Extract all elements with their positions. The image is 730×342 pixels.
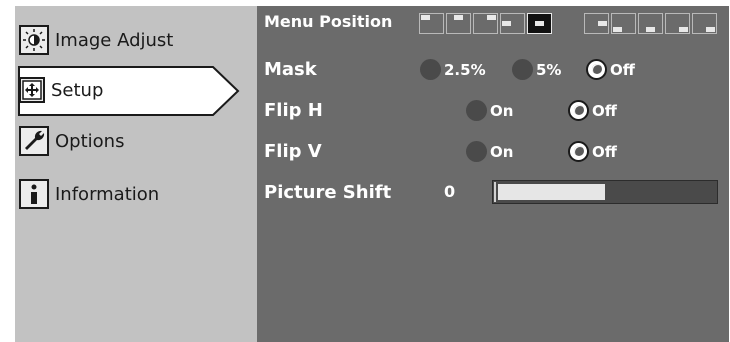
flip-h-option-on[interactable]: On [466, 100, 513, 121]
mask-option-2-5[interactable]: 2.5% [420, 59, 486, 80]
sidebar-item-options[interactable]: Options [19, 123, 124, 159]
radio-icon [466, 141, 487, 162]
wrench-icon [19, 126, 49, 156]
menu-position-bottom-right[interactable] [665, 13, 690, 34]
sidebar-item-label: Image Adjust [55, 29, 174, 51]
sidebar-item-information[interactable]: Information [19, 176, 159, 212]
sidebar-item-label: Setup [51, 79, 104, 101]
menu-position-label: Menu Position [264, 12, 393, 31]
mask-label: Mask [264, 59, 317, 80]
menu-position-center-right[interactable] [584, 13, 609, 34]
sidebar-item-setup[interactable]: Setup [19, 72, 103, 108]
picture-shift-slider[interactable] [492, 180, 718, 204]
move-arrows-icon [19, 77, 45, 103]
sidebar-item-label: Options [55, 130, 125, 152]
menu-position-bottom-center[interactable] [638, 13, 663, 34]
mask-option-5[interactable]: 5% [512, 59, 561, 80]
radio-icon [466, 100, 487, 121]
menu-position-top-left[interactable] [419, 13, 444, 34]
flip-h-option-off[interactable]: Off [568, 100, 617, 121]
flip-v-option-off[interactable]: Off [568, 141, 617, 162]
radio-selected-icon [568, 100, 589, 121]
brightness-icon [19, 25, 49, 55]
radio-selected-icon [586, 59, 607, 80]
mask-option-off[interactable]: Off [586, 59, 635, 80]
menu-position-center[interactable] [527, 13, 552, 34]
radio-icon [512, 59, 533, 80]
menu-position-top-right[interactable] [473, 13, 498, 34]
menu-position-center-left[interactable] [500, 13, 525, 34]
menu-position-bottom-left[interactable] [611, 13, 636, 34]
radio-selected-icon [568, 141, 589, 162]
flip-v-option-on[interactable]: On [466, 141, 513, 162]
picture-shift-slider-fill [494, 182, 605, 202]
picture-shift-value: 0 [444, 182, 456, 201]
info-icon [19, 179, 49, 209]
sidebar-item-image-adjust[interactable]: Image Adjust [19, 22, 173, 58]
flip-v-label: Flip V [264, 141, 322, 162]
radio-icon [420, 59, 441, 80]
sidebar-item-label: Information [55, 183, 160, 205]
picture-shift-label: Picture Shift [264, 182, 392, 203]
menu-position-extra[interactable] [692, 13, 717, 34]
menu-position-top-center[interactable] [446, 13, 471, 34]
flip-h-label: Flip H [264, 100, 323, 121]
